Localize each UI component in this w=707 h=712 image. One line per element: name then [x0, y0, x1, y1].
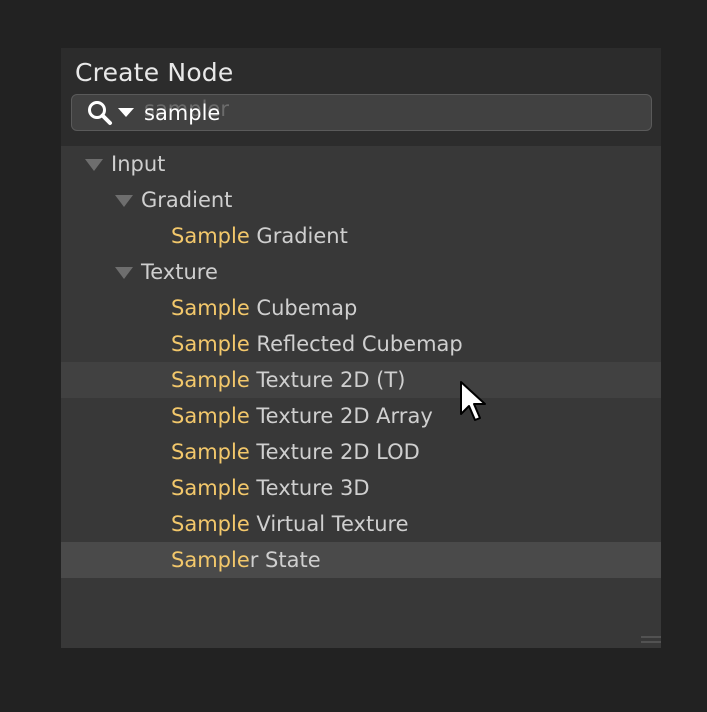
- search-input[interactable]: [144, 98, 624, 128]
- tree-item-label: Sample Reflected Cubemap: [171, 326, 463, 362]
- tree-item-label: Sampler State: [171, 542, 321, 578]
- window-header: Create Node sampler: [61, 48, 661, 146]
- search-field[interactable]: sampler: [71, 94, 652, 131]
- match-highlight: Sample: [171, 440, 250, 464]
- tree-item-label: Sample Texture 3D: [171, 470, 370, 506]
- match-highlight: Sample: [171, 512, 250, 536]
- chevron-down-icon[interactable]: [118, 108, 134, 118]
- item-text: Texture 2D LOD: [249, 440, 420, 464]
- tree-item-label: Sample Cubemap: [171, 290, 357, 326]
- item-text: Texture 3D: [249, 476, 370, 500]
- tree-item-sample-texture-2d-array[interactable]: Sample Texture 2D Array: [61, 398, 661, 434]
- tree-label: Gradient: [141, 188, 233, 212]
- item-text: Reflected Cubemap: [249, 332, 463, 356]
- create-node-window: Create Node sampler Input Gradient Sampl…: [61, 48, 661, 648]
- tree-item-label: Sample Virtual Texture: [171, 506, 409, 542]
- expand-triangle-icon[interactable]: [115, 267, 133, 279]
- tree-item-sample-texture-3d[interactable]: Sample Texture 3D: [61, 470, 661, 506]
- tree-category-texture[interactable]: Texture: [61, 254, 661, 290]
- tree-label: Input: [111, 152, 166, 176]
- tree-item-sampler-state[interactable]: Sampler State: [61, 542, 661, 578]
- item-text: Texture 2D (T): [249, 368, 406, 392]
- match-highlight: Sample: [171, 476, 250, 500]
- tree-item-sample-cubemap[interactable]: Sample Cubemap: [61, 290, 661, 326]
- tree-item-sample-virtual-texture[interactable]: Sample Virtual Texture: [61, 506, 661, 542]
- match-highlight: Sample: [171, 548, 250, 572]
- tree-item-label: Sample Gradient: [171, 218, 348, 254]
- tree-item-label: Sample Texture 2D Array: [171, 398, 433, 434]
- item-text: r State: [249, 548, 321, 572]
- item-text: Cubemap: [249, 296, 358, 320]
- tree-item-label: Sample Texture 2D LOD: [171, 434, 420, 470]
- tree-item-label: Sample Texture 2D (T): [171, 362, 405, 398]
- match-highlight: Sample: [171, 332, 250, 356]
- node-tree: Input Gradient Sample Gradient Texture S…: [61, 146, 661, 578]
- item-text: Gradient: [249, 224, 348, 248]
- tree-category-gradient[interactable]: Gradient: [61, 182, 661, 218]
- match-highlight: Sample: [171, 404, 250, 428]
- tree-item-sample-gradient[interactable]: Sample Gradient: [61, 218, 661, 254]
- item-text: Virtual Texture: [249, 512, 409, 536]
- expand-triangle-icon[interactable]: [85, 159, 103, 171]
- item-text: Texture 2D Array: [249, 404, 433, 428]
- resize-grip-icon[interactable]: [641, 634, 661, 646]
- tree-category-input[interactable]: Input: [61, 146, 661, 182]
- match-highlight: Sample: [171, 368, 250, 392]
- match-highlight: Sample: [171, 224, 250, 248]
- tree-item-sample-reflected-cubemap[interactable]: Sample Reflected Cubemap: [61, 326, 661, 362]
- mouse-cursor-icon: [460, 381, 486, 421]
- search-icon[interactable]: [86, 99, 114, 127]
- tree-item-sample-texture-2d-lod[interactable]: Sample Texture 2D LOD: [61, 434, 661, 470]
- match-highlight: Sample: [171, 296, 250, 320]
- tree-item-sample-texture-2d-t[interactable]: Sample Texture 2D (T): [61, 362, 661, 398]
- tree-label: Texture: [141, 260, 218, 284]
- expand-triangle-icon[interactable]: [115, 195, 133, 207]
- window-title: Create Node: [75, 58, 234, 87]
